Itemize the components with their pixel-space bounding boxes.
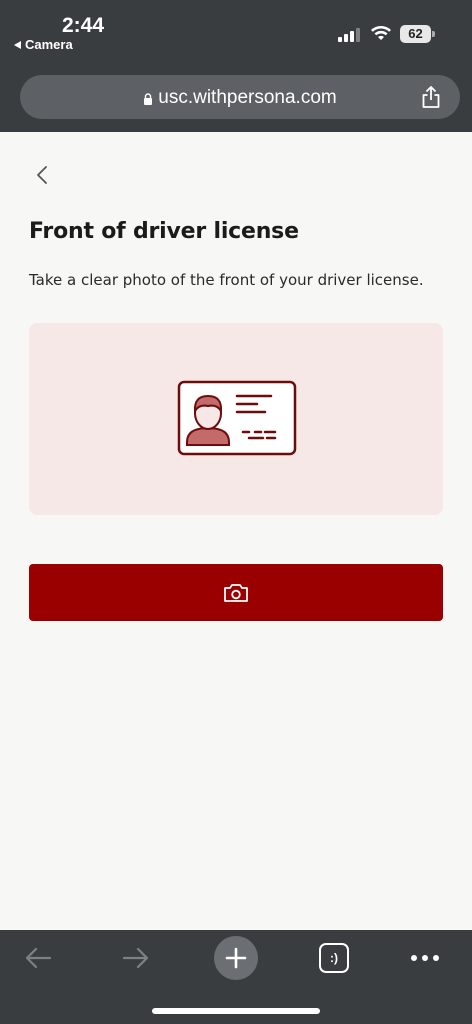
- address-bar[interactable]: usc.withpersona.com: [20, 75, 460, 119]
- url-text: usc.withpersona.com: [158, 87, 337, 108]
- take-photo-button[interactable]: [29, 564, 443, 621]
- plus-icon: [225, 947, 247, 969]
- more-dots-icon: [411, 955, 439, 961]
- back-triangle-icon: [14, 40, 21, 49]
- cellular-signal-icon: [338, 26, 360, 42]
- tabs-overview-button[interactable]: :): [316, 938, 352, 978]
- browser-back-button[interactable]: [18, 938, 58, 978]
- more-menu-button[interactable]: [404, 938, 446, 978]
- lock-icon: [144, 93, 153, 105]
- battery-cap: [432, 31, 435, 37]
- address-text-row: usc.withpersona.com: [20, 87, 460, 109]
- chevron-left-icon[interactable]: [34, 164, 50, 186]
- home-indicator: [152, 1008, 320, 1014]
- page-subtitle: Take a clear photo of the front of your …: [29, 271, 424, 289]
- browser-forward-button[interactable]: [116, 938, 156, 978]
- new-tab-button[interactable]: [214, 936, 258, 980]
- id-card-icon: [177, 380, 297, 456]
- back-app-label: Camera: [25, 37, 73, 52]
- tabs-count-label: :): [319, 943, 349, 973]
- share-icon[interactable]: [420, 85, 442, 109]
- license-illustration-panel: [29, 323, 443, 515]
- browser-address-area: usc.withpersona.com: [0, 62, 472, 132]
- back-to-app-link[interactable]: Camera: [14, 37, 73, 52]
- battery-indicator: 62: [400, 25, 431, 43]
- arrow-right-icon: [122, 947, 149, 969]
- camera-icon: [224, 583, 248, 602]
- page-title: Front of driver license: [29, 219, 299, 244]
- status-time: 2:44: [62, 14, 105, 37]
- wifi-icon: [371, 26, 391, 40]
- status-bar: 2:44 Camera 62: [0, 0, 472, 62]
- arrow-left-icon: [25, 947, 52, 969]
- page-content: Front of driver license Take a clear pho…: [0, 132, 472, 930]
